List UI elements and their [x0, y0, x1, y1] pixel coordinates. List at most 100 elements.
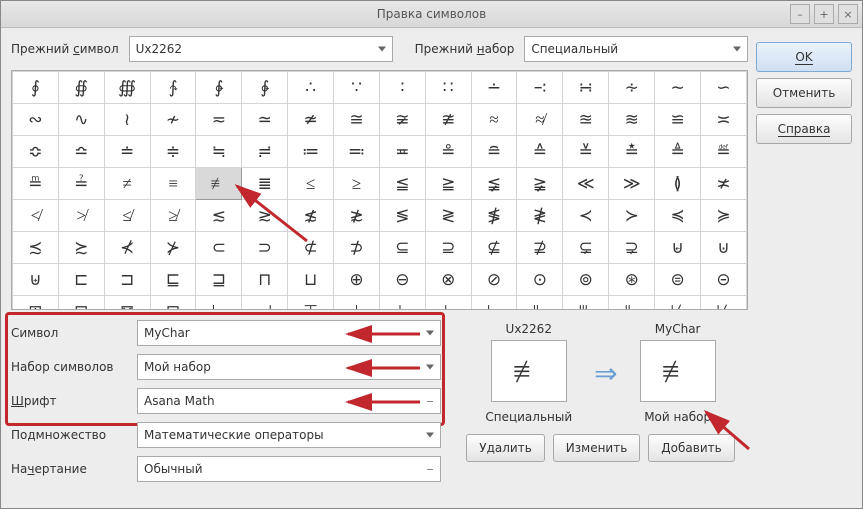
font-combo[interactable]: Asana Math — [137, 388, 441, 414]
char-cell[interactable]: ≺ — [563, 200, 609, 232]
char-cell[interactable]: ⊗ — [425, 264, 471, 296]
delete-button[interactable]: Удалить — [466, 434, 545, 462]
char-cell[interactable]: ∻ — [609, 72, 655, 104]
char-cell[interactable]: ⊕ — [334, 264, 380, 296]
char-cell[interactable]: ≜ — [655, 136, 701, 168]
char-cell[interactable]: ≯ — [58, 200, 104, 232]
cancel-button[interactable]: Отменить — [756, 78, 852, 108]
char-cell[interactable]: ⊡ — [150, 296, 196, 311]
char-cell[interactable]: ≓ — [242, 136, 288, 168]
char-cell[interactable]: ≋ — [609, 104, 655, 136]
char-cell[interactable]: ≆ — [380, 104, 426, 136]
char-cell[interactable]: ≰ — [104, 200, 150, 232]
char-cell[interactable]: ⊪ — [563, 296, 609, 311]
char-cell[interactable]: ≎ — [13, 136, 59, 168]
char-cell[interactable]: ⊐ — [104, 264, 150, 296]
char-cell[interactable]: ≇ — [425, 104, 471, 136]
char-cell[interactable]: ≸ — [471, 200, 517, 232]
char-cell[interactable]: ⊆ — [380, 232, 426, 264]
char-cell[interactable]: ≕ — [334, 136, 380, 168]
char-cell[interactable]: ≡ — [150, 168, 196, 200]
old-symbol-combo[interactable]: Ux2262 — [129, 36, 393, 62]
char-cell[interactable]: ∽ — [701, 72, 747, 104]
char-cell[interactable]: ⊜ — [655, 264, 701, 296]
char-cell[interactable]: ≂ — [196, 104, 242, 136]
char-cell[interactable]: ⊭ — [701, 296, 747, 311]
char-cell[interactable]: ⊤ — [288, 296, 334, 311]
char-cell[interactable]: ≲ — [196, 200, 242, 232]
char-cell[interactable]: ≙ — [517, 136, 563, 168]
char-cell[interactable]: ≘ — [471, 136, 517, 168]
change-button[interactable]: Изменить — [553, 434, 641, 462]
char-cell[interactable]: ⊦ — [380, 296, 426, 311]
char-cell[interactable]: ⊨ — [471, 296, 517, 311]
char-cell[interactable]: ⊖ — [380, 264, 426, 296]
char-cell[interactable]: ≌ — [655, 104, 701, 136]
char-cell[interactable]: ∷ — [425, 72, 471, 104]
char-cell[interactable]: ⊥ — [334, 296, 380, 311]
char-cell[interactable]: ⊎ — [13, 264, 59, 296]
char-cell[interactable]: ≟ — [58, 168, 104, 200]
char-cell[interactable]: ≒ — [196, 136, 242, 168]
char-cell[interactable]: ≿ — [58, 232, 104, 264]
help-button[interactable]: Справка — [756, 114, 852, 144]
char-cell[interactable]: ≠ — [104, 168, 150, 200]
char-cell[interactable]: ≗ — [425, 136, 471, 168]
char-cell[interactable]: ⊘ — [471, 264, 517, 296]
char-cell[interactable]: ⊍ — [701, 232, 747, 264]
char-cell[interactable]: ≻ — [609, 200, 655, 232]
char-cell[interactable]: ⊧ — [425, 296, 471, 311]
char-cell[interactable]: ⊏ — [58, 264, 104, 296]
char-cell[interactable]: ≑ — [150, 136, 196, 168]
old-set-combo[interactable]: Специальный — [524, 36, 748, 62]
char-cell[interactable]: ≃ — [242, 104, 288, 136]
char-cell[interactable]: ⊊ — [563, 232, 609, 264]
char-cell[interactable]: ≐ — [104, 136, 150, 168]
char-cell[interactable]: ≞ — [13, 168, 59, 200]
char-cell[interactable]: ≀ — [104, 104, 150, 136]
char-cell[interactable]: ≖ — [380, 136, 426, 168]
symbol-combo[interactable]: MyChar — [137, 320, 441, 346]
char-cell[interactable]: ≢ — [196, 168, 242, 200]
char-cell[interactable]: ⊇ — [425, 232, 471, 264]
char-cell[interactable]: ∴ — [288, 72, 334, 104]
char-cell[interactable]: ∱ — [150, 72, 196, 104]
char-cell[interactable]: ⊀ — [104, 232, 150, 264]
char-cell[interactable]: ≳ — [242, 200, 288, 232]
char-cell[interactable]: ⊁ — [150, 232, 196, 264]
char-cell[interactable]: ∰ — [104, 72, 150, 104]
char-cell[interactable]: ⊩ — [517, 296, 563, 311]
char-cell[interactable]: ≱ — [150, 200, 196, 232]
char-cell[interactable]: ⊛ — [609, 264, 655, 296]
char-cell[interactable]: ⊑ — [150, 264, 196, 296]
char-cell[interactable]: ≴ — [288, 200, 334, 232]
char-cell[interactable]: ⊢ — [196, 296, 242, 311]
char-cell[interactable]: ⊄ — [288, 232, 334, 264]
char-cell[interactable]: ⊒ — [196, 264, 242, 296]
char-cell[interactable]: ⊋ — [609, 232, 655, 264]
char-cell[interactable]: ≽ — [701, 200, 747, 232]
char-cell[interactable]: ∹ — [517, 72, 563, 104]
char-cell[interactable]: ⊝ — [701, 264, 747, 296]
ok-button[interactable]: OK — [756, 42, 852, 72]
char-cell[interactable]: ≝ — [701, 136, 747, 168]
char-cell[interactable]: ⊬ — [655, 296, 701, 311]
char-cell[interactable]: ⊔ — [288, 264, 334, 296]
char-cell[interactable]: ≶ — [380, 200, 426, 232]
close-button[interactable]: × — [838, 4, 858, 24]
char-cell[interactable]: ≭ — [701, 168, 747, 200]
char-cell[interactable]: ≅ — [334, 104, 380, 136]
char-cell[interactable]: ≹ — [517, 200, 563, 232]
char-cell[interactable]: ≷ — [425, 200, 471, 232]
char-cell[interactable]: ≥ — [334, 168, 380, 200]
char-cell[interactable]: ⊂ — [196, 232, 242, 264]
char-cell[interactable]: ≾ — [13, 232, 59, 264]
char-cell[interactable]: ⊉ — [517, 232, 563, 264]
char-cell[interactable]: ≦ — [380, 168, 426, 200]
char-cell[interactable]: ⊙ — [517, 264, 563, 296]
char-cell[interactable]: ⊚ — [563, 264, 609, 296]
char-cell[interactable]: ≵ — [334, 200, 380, 232]
style-combo[interactable]: Обычный — [137, 456, 441, 482]
char-cell[interactable]: ≤ — [288, 168, 334, 200]
char-cell[interactable]: ≏ — [58, 136, 104, 168]
